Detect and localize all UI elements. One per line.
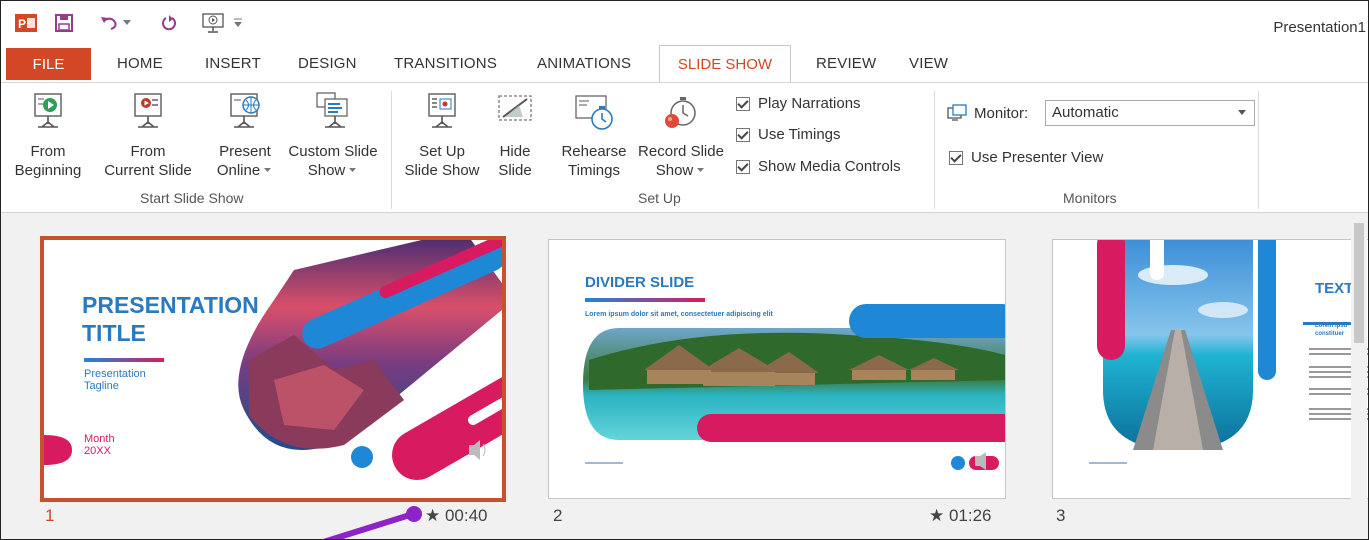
- hide-slide-icon: [498, 95, 532, 121]
- slide-number-1: 1: [45, 506, 55, 525]
- group-separator: [1258, 91, 1259, 209]
- tab-animations[interactable]: ANIMATIONS: [537, 55, 631, 72]
- slide-3-graphics: [1089, 240, 1368, 464]
- from-current-slide-button[interactable]: From Current Slide: [97, 91, 199, 180]
- show-media-controls-label: Show Media Controls: [758, 158, 901, 175]
- slide-1-tagline: Presentation Tagline: [84, 368, 146, 392]
- from-current-slide-label-1: From: [130, 143, 166, 160]
- set-up-slide-show-icon: [428, 93, 456, 128]
- checkbox-checked-icon: [736, 127, 750, 142]
- tab-design[interactable]: DESIGN: [298, 55, 357, 72]
- show-media-controls-checkbox[interactable]: Show Media Controls: [736, 158, 901, 175]
- svg-text:P: P: [18, 17, 26, 31]
- monitor-label: Monitor:: [974, 104, 1029, 122]
- chevron-down-icon: [264, 167, 272, 172]
- custom-slide-show-label-2: Show: [307, 162, 346, 179]
- hide-slide-button[interactable]: Hide Slide: [489, 91, 541, 180]
- chevron-down-icon: [1238, 110, 1246, 115]
- scrollbar-thumb[interactable]: [1354, 223, 1364, 343]
- custom-slide-show-button[interactable]: Custom Slide Show: [282, 91, 384, 180]
- group-label-start-slide-show: Start Slide Show: [140, 190, 244, 206]
- monitor-icon: [947, 104, 967, 121]
- record-slide-show-label-2: Show: [655, 162, 694, 179]
- play-narrations-checkbox[interactable]: Play Narrations: [736, 95, 861, 112]
- tab-home[interactable]: HOME: [117, 55, 163, 72]
- slide-1-date-line-1: Month: [84, 433, 115, 445]
- use-presenter-view-label: Use Presenter View: [971, 149, 1104, 166]
- tab-view[interactable]: VIEW: [909, 55, 948, 72]
- vertical-scrollbar[interactable]: [1351, 213, 1367, 539]
- from-current-slide-icon: [134, 93, 162, 128]
- tab-slide-show[interactable]: SLIDE SHOW: [659, 45, 791, 83]
- from-beginning-qat-icon[interactable]: [201, 11, 225, 35]
- play-narrations-label: Play Narrations: [758, 95, 861, 112]
- slide-2-subtitle: Lorem ipsum dolor sit amet, consectetuer…: [585, 311, 773, 318]
- checkbox-checked-icon: [736, 159, 750, 174]
- checkbox-checked-icon: [736, 96, 750, 111]
- use-timings-checkbox[interactable]: Use Timings: [736, 126, 841, 143]
- set-up-slide-show-label-1: Set Up: [419, 143, 465, 160]
- record-slide-show-label-1: Record Slide: [638, 143, 724, 160]
- monitor-label-wrap: Monitor:: [947, 104, 1028, 122]
- set-up-slide-show-button[interactable]: Set Up Slide Show: [397, 91, 487, 180]
- present-online-label-1: Present: [219, 143, 271, 160]
- from-current-slide-label-2: Current Slide: [104, 162, 192, 179]
- rehearse-timings-label-2: Timings: [568, 162, 620, 179]
- chevron-down-icon: [349, 167, 357, 172]
- tab-transitions[interactable]: TRANSITIONS: [394, 55, 497, 72]
- set-up-slide-show-label-2: Slide Show: [404, 162, 480, 179]
- slide-timing-2: ★ 01:26: [929, 506, 992, 525]
- group-label-monitors: Monitors: [1063, 190, 1117, 206]
- from-beginning-icon: [34, 93, 62, 128]
- slide-thumbnail-1[interactable]: PRESENTATION TITLE Presentation Tagline …: [40, 236, 506, 502]
- slide-timing-1: ★ 00:40: [425, 506, 488, 525]
- group-separator: [391, 91, 392, 209]
- tab-insert[interactable]: INSERT: [205, 55, 261, 72]
- powerpoint-window: P Presentation1 FILE HOME INSERT DESIGN …: [0, 0, 1369, 540]
- chevron-down-icon: [697, 167, 705, 172]
- checkbox-checked-icon: [949, 150, 963, 165]
- use-presenter-view-checkbox[interactable]: Use Presenter View: [949, 149, 1103, 166]
- customize-qat-icon[interactable]: [233, 11, 243, 35]
- rehearse-timings-label-1: Rehearse: [561, 143, 627, 160]
- record-slide-show-icon: [665, 97, 696, 128]
- tab-file[interactable]: FILE: [6, 48, 91, 80]
- record-slide-show-button[interactable]: Record Slide Show: [631, 91, 731, 180]
- save-icon[interactable]: [53, 11, 75, 35]
- rehearse-timings-icon: [575, 95, 613, 130]
- present-online-label-2: Online: [216, 162, 261, 179]
- slide-thumbnail-2[interactable]: DIVIDER SLIDE Lorem ipsum dolor sit amet…: [548, 239, 1006, 499]
- group-separator: [934, 91, 935, 209]
- slide-1-title-line-2: TITLE: [82, 320, 146, 346]
- slide-1-date-line-2: 20XX: [84, 445, 111, 457]
- custom-slide-show-icon: [316, 92, 348, 128]
- custom-slide-show-label-1: Custom Slide: [288, 143, 378, 160]
- slide-number-3: 3: [1056, 506, 1066, 525]
- present-online-button[interactable]: Present Online: [211, 91, 279, 180]
- monitor-select-value: Automatic: [1052, 104, 1119, 121]
- hide-slide-label-2: Slide: [498, 162, 532, 179]
- slide-number-2: 2: [553, 506, 563, 525]
- title-bar: P Presentation1: [1, 1, 1368, 45]
- from-beginning-label-2: Beginning: [14, 162, 82, 179]
- slide-2-title: DIVIDER SLIDE: [585, 274, 695, 291]
- from-beginning-label-1: From: [30, 143, 66, 160]
- window-title: Presentation1: [1273, 19, 1366, 36]
- tab-review[interactable]: REVIEW: [816, 55, 876, 72]
- use-timings-label: Use Timings: [758, 126, 841, 143]
- hide-slide-label-1: Hide: [499, 143, 531, 160]
- from-beginning-button[interactable]: From Beginning: [1, 91, 95, 180]
- monitor-select[interactable]: Automatic: [1045, 100, 1255, 126]
- undo-icon[interactable]: [99, 11, 119, 35]
- slide-thumbnail-3[interactable]: TEXT I Lorem ipsu constituer: [1052, 239, 1368, 499]
- powerpoint-logo-icon[interactable]: P: [15, 11, 37, 35]
- undo-dropdown-icon[interactable]: [122, 11, 132, 35]
- rehearse-timings-button[interactable]: Rehearse Timings: [557, 91, 631, 180]
- group-label-set-up: Set Up: [638, 190, 681, 206]
- present-online-icon: [230, 93, 260, 128]
- slide-1-title-line-1: PRESENTATION: [82, 292, 259, 318]
- redo-icon[interactable]: [159, 11, 179, 35]
